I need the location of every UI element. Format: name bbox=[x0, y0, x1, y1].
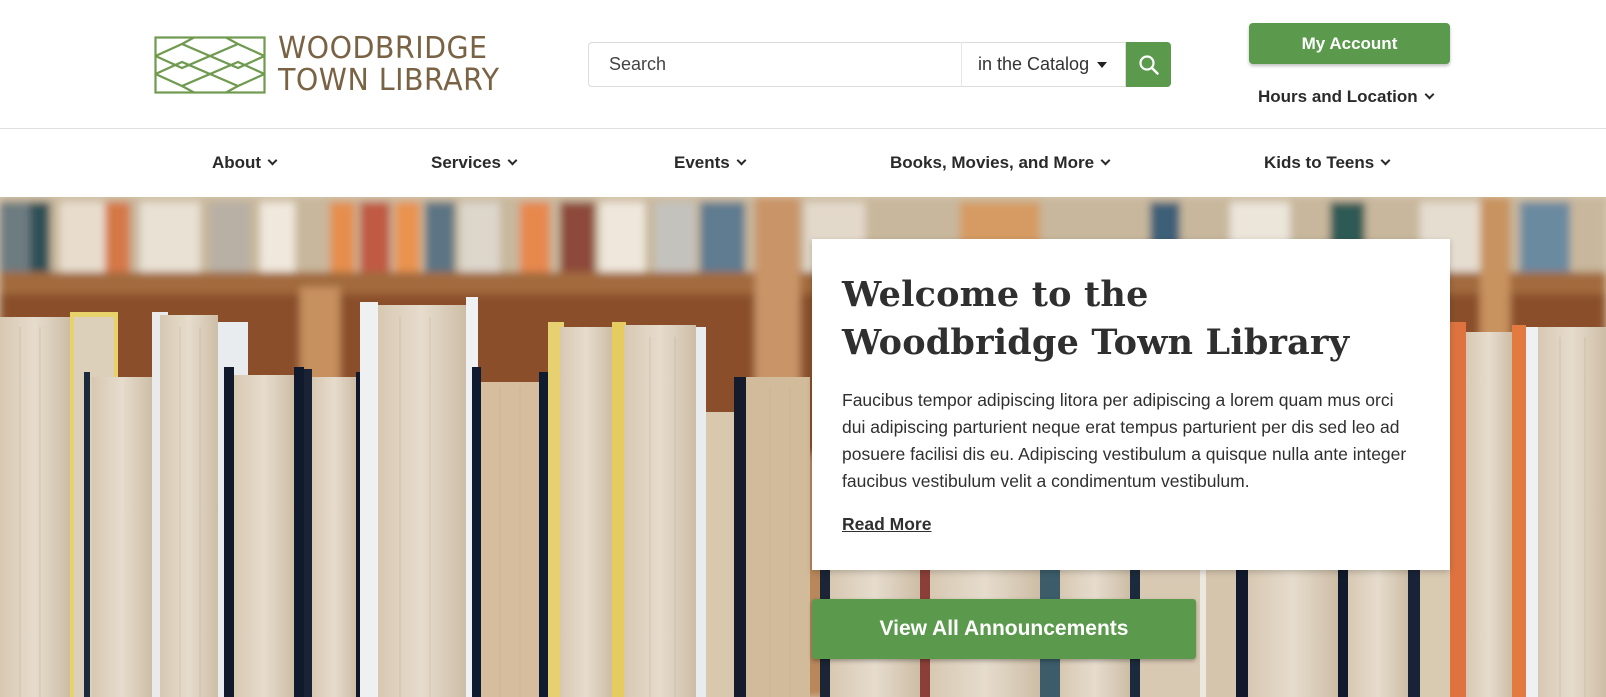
search-bar: in the Catalog bbox=[588, 42, 1171, 87]
view-all-announcements-button[interactable]: View All Announcements bbox=[812, 599, 1196, 659]
site-header: WOODBRIDGE TOWN LIBRARY in the Catalog M… bbox=[0, 0, 1606, 129]
chevron-down-icon bbox=[736, 155, 747, 166]
library-logo[interactable]: WOODBRIDGE TOWN LIBRARY bbox=[154, 33, 514, 97]
search-input[interactable] bbox=[609, 54, 961, 75]
my-account-button[interactable]: My Account bbox=[1249, 23, 1450, 64]
nav-item-label: Kids to Teens bbox=[1264, 153, 1375, 172]
chevron-down-icon bbox=[267, 155, 278, 166]
nav-item-services[interactable]: Services bbox=[431, 151, 518, 175]
chevron-down-icon bbox=[1380, 155, 1391, 166]
search-field[interactable] bbox=[588, 42, 961, 87]
search-scope-label: in the Catalog bbox=[978, 54, 1090, 74]
nav-item-label: Events bbox=[674, 153, 730, 172]
nav-item-books-movies-and-more[interactable]: Books, Movies, and More bbox=[890, 151, 1111, 175]
hours-and-location-dropdown[interactable]: Hours and Location bbox=[1258, 84, 1444, 110]
logo-wordmark: WOODBRIDGE TOWN LIBRARY bbox=[278, 33, 511, 97]
chevron-down-icon bbox=[1100, 155, 1111, 166]
welcome-heading-line-2: Woodbridge Town Library bbox=[842, 322, 1350, 363]
main-navigation: About Services Events Books, Movies, and… bbox=[0, 129, 1606, 197]
search-button[interactable] bbox=[1126, 42, 1171, 87]
search-scope-dropdown[interactable]: in the Catalog bbox=[961, 42, 1126, 87]
hours-and-location-label: Hours and Location bbox=[1258, 87, 1418, 106]
welcome-heading-line-1: Welcome to the bbox=[842, 274, 1149, 315]
search-icon bbox=[1138, 54, 1159, 75]
logo-line-2: TOWN LIBRARY bbox=[278, 63, 500, 98]
nav-item-about[interactable]: About bbox=[212, 151, 278, 175]
welcome-heading: Welcome to the Woodbridge Town Library bbox=[842, 271, 1420, 367]
nav-item-label: Books, Movies, and More bbox=[890, 153, 1095, 172]
welcome-body-text: Faucibus tempor adipiscing litora per ad… bbox=[842, 390, 1407, 491]
logo-mark-icon bbox=[154, 36, 266, 94]
nav-item-label: About bbox=[212, 153, 262, 172]
caret-down-icon bbox=[1097, 61, 1108, 68]
nav-item-kids-to-teens[interactable]: Kids to Teens bbox=[1264, 151, 1391, 175]
chevron-down-icon bbox=[1424, 89, 1435, 100]
chevron-down-icon bbox=[507, 155, 518, 166]
welcome-card: Welcome to the Woodbridge Town Library F… bbox=[812, 239, 1450, 570]
nav-item-label: Services bbox=[431, 153, 501, 172]
nav-item-events[interactable]: Events bbox=[674, 151, 747, 175]
read-more-link[interactable]: Read More bbox=[842, 514, 931, 535]
logo-line-1: WOODBRIDGE bbox=[278, 31, 488, 66]
